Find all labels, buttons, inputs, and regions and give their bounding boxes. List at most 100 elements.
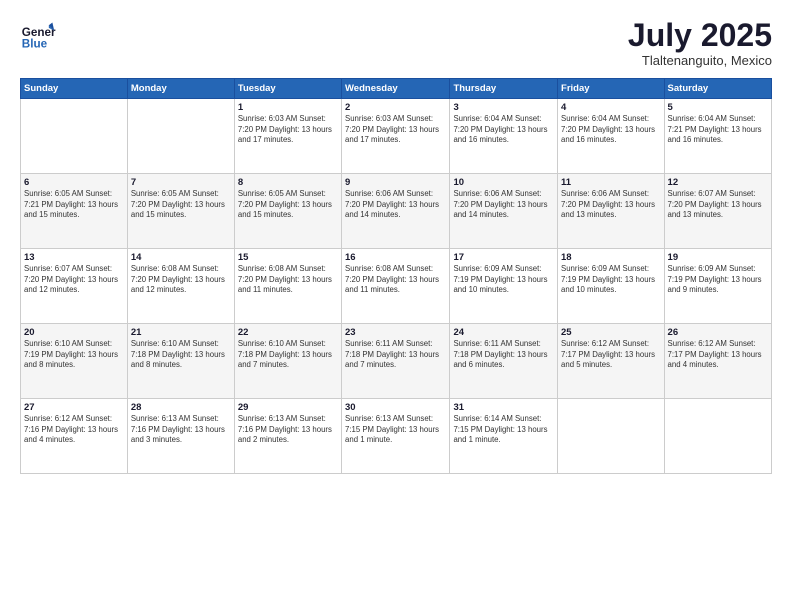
day-number: 21 bbox=[131, 327, 231, 338]
table-row: 25Sunrise: 6:12 AM Sunset: 7:17 PM Dayli… bbox=[558, 324, 665, 399]
day-info: Sunrise: 6:09 AM Sunset: 7:19 PM Dayligh… bbox=[453, 264, 554, 296]
day-info: Sunrise: 6:05 AM Sunset: 7:20 PM Dayligh… bbox=[238, 189, 338, 221]
table-row: 31Sunrise: 6:14 AM Sunset: 7:15 PM Dayli… bbox=[450, 399, 558, 474]
table-row bbox=[21, 99, 128, 174]
day-number: 27 bbox=[24, 402, 124, 413]
day-number: 9 bbox=[345, 177, 446, 188]
day-number: 18 bbox=[561, 252, 661, 263]
table-row: 24Sunrise: 6:11 AM Sunset: 7:18 PM Dayli… bbox=[450, 324, 558, 399]
svg-text:Blue: Blue bbox=[22, 38, 48, 51]
col-friday: Friday bbox=[558, 79, 665, 99]
day-number: 29 bbox=[238, 402, 338, 413]
table-row: 10Sunrise: 6:06 AM Sunset: 7:20 PM Dayli… bbox=[450, 174, 558, 249]
day-info: Sunrise: 6:06 AM Sunset: 7:20 PM Dayligh… bbox=[345, 189, 446, 221]
day-info: Sunrise: 6:07 AM Sunset: 7:20 PM Dayligh… bbox=[668, 189, 768, 221]
col-sunday: Sunday bbox=[21, 79, 128, 99]
table-row: 18Sunrise: 6:09 AM Sunset: 7:19 PM Dayli… bbox=[558, 249, 665, 324]
table-row: 20Sunrise: 6:10 AM Sunset: 7:19 PM Dayli… bbox=[21, 324, 128, 399]
table-row: 26Sunrise: 6:12 AM Sunset: 7:17 PM Dayli… bbox=[664, 324, 771, 399]
table-row: 16Sunrise: 6:08 AM Sunset: 7:20 PM Dayli… bbox=[342, 249, 450, 324]
calendar-week-row: 27Sunrise: 6:12 AM Sunset: 7:16 PM Dayli… bbox=[21, 399, 772, 474]
table-row: 11Sunrise: 6:06 AM Sunset: 7:20 PM Dayli… bbox=[558, 174, 665, 249]
day-number: 4 bbox=[561, 102, 661, 113]
table-row: 3Sunrise: 6:04 AM Sunset: 7:20 PM Daylig… bbox=[450, 99, 558, 174]
col-thursday: Thursday bbox=[450, 79, 558, 99]
day-number: 22 bbox=[238, 327, 338, 338]
col-tuesday: Tuesday bbox=[234, 79, 341, 99]
day-info: Sunrise: 6:08 AM Sunset: 7:20 PM Dayligh… bbox=[131, 264, 231, 296]
table-row: 12Sunrise: 6:07 AM Sunset: 7:20 PM Dayli… bbox=[664, 174, 771, 249]
day-number: 28 bbox=[131, 402, 231, 413]
logo-icon: General Blue bbox=[20, 18, 56, 54]
day-info: Sunrise: 6:11 AM Sunset: 7:18 PM Dayligh… bbox=[453, 339, 554, 371]
table-row: 21Sunrise: 6:10 AM Sunset: 7:18 PM Dayli… bbox=[127, 324, 234, 399]
table-row: 2Sunrise: 6:03 AM Sunset: 7:20 PM Daylig… bbox=[342, 99, 450, 174]
day-number: 8 bbox=[238, 177, 338, 188]
day-info: Sunrise: 6:10 AM Sunset: 7:18 PM Dayligh… bbox=[238, 339, 338, 371]
day-number: 25 bbox=[561, 327, 661, 338]
day-info: Sunrise: 6:04 AM Sunset: 7:21 PM Dayligh… bbox=[668, 114, 768, 146]
day-number: 15 bbox=[238, 252, 338, 263]
calendar-week-row: 13Sunrise: 6:07 AM Sunset: 7:20 PM Dayli… bbox=[21, 249, 772, 324]
day-info: Sunrise: 6:09 AM Sunset: 7:19 PM Dayligh… bbox=[668, 264, 768, 296]
day-info: Sunrise: 6:04 AM Sunset: 7:20 PM Dayligh… bbox=[561, 114, 661, 146]
table-row: 15Sunrise: 6:08 AM Sunset: 7:20 PM Dayli… bbox=[234, 249, 341, 324]
col-monday: Monday bbox=[127, 79, 234, 99]
table-row: 6Sunrise: 6:05 AM Sunset: 7:21 PM Daylig… bbox=[21, 174, 128, 249]
table-row: 5Sunrise: 6:04 AM Sunset: 7:21 PM Daylig… bbox=[664, 99, 771, 174]
day-info: Sunrise: 6:14 AM Sunset: 7:15 PM Dayligh… bbox=[453, 414, 554, 446]
table-row: 23Sunrise: 6:11 AM Sunset: 7:18 PM Dayli… bbox=[342, 324, 450, 399]
day-info: Sunrise: 6:10 AM Sunset: 7:19 PM Dayligh… bbox=[24, 339, 124, 371]
day-number: 20 bbox=[24, 327, 124, 338]
day-info: Sunrise: 6:12 AM Sunset: 7:17 PM Dayligh… bbox=[668, 339, 768, 371]
table-row bbox=[558, 399, 665, 474]
day-number: 5 bbox=[668, 102, 768, 113]
day-info: Sunrise: 6:07 AM Sunset: 7:20 PM Dayligh… bbox=[24, 264, 124, 296]
calendar-week-row: 6Sunrise: 6:05 AM Sunset: 7:21 PM Daylig… bbox=[21, 174, 772, 249]
day-number: 6 bbox=[24, 177, 124, 188]
day-number: 11 bbox=[561, 177, 661, 188]
table-row: 8Sunrise: 6:05 AM Sunset: 7:20 PM Daylig… bbox=[234, 174, 341, 249]
day-number: 1 bbox=[238, 102, 338, 113]
calendar-week-row: 20Sunrise: 6:10 AM Sunset: 7:19 PM Dayli… bbox=[21, 324, 772, 399]
day-info: Sunrise: 6:09 AM Sunset: 7:19 PM Dayligh… bbox=[561, 264, 661, 296]
table-row: 7Sunrise: 6:05 AM Sunset: 7:20 PM Daylig… bbox=[127, 174, 234, 249]
col-saturday: Saturday bbox=[664, 79, 771, 99]
table-row: 29Sunrise: 6:13 AM Sunset: 7:16 PM Dayli… bbox=[234, 399, 341, 474]
day-info: Sunrise: 6:11 AM Sunset: 7:18 PM Dayligh… bbox=[345, 339, 446, 371]
day-number: 30 bbox=[345, 402, 446, 413]
page-header: General Blue July 2025 Tlaltenanguito, M… bbox=[20, 18, 772, 68]
table-row: 27Sunrise: 6:12 AM Sunset: 7:16 PM Dayli… bbox=[21, 399, 128, 474]
title-block: July 2025 Tlaltenanguito, Mexico bbox=[628, 18, 772, 68]
day-number: 31 bbox=[453, 402, 554, 413]
day-info: Sunrise: 6:06 AM Sunset: 7:20 PM Dayligh… bbox=[453, 189, 554, 221]
day-number: 14 bbox=[131, 252, 231, 263]
location: Tlaltenanguito, Mexico bbox=[628, 53, 772, 68]
day-number: 17 bbox=[453, 252, 554, 263]
day-number: 10 bbox=[453, 177, 554, 188]
day-number: 2 bbox=[345, 102, 446, 113]
day-info: Sunrise: 6:06 AM Sunset: 7:20 PM Dayligh… bbox=[561, 189, 661, 221]
table-row: 22Sunrise: 6:10 AM Sunset: 7:18 PM Dayli… bbox=[234, 324, 341, 399]
logo: General Blue bbox=[20, 18, 58, 54]
col-wednesday: Wednesday bbox=[342, 79, 450, 99]
table-row: 14Sunrise: 6:08 AM Sunset: 7:20 PM Dayli… bbox=[127, 249, 234, 324]
day-info: Sunrise: 6:12 AM Sunset: 7:16 PM Dayligh… bbox=[24, 414, 124, 446]
day-info: Sunrise: 6:13 AM Sunset: 7:16 PM Dayligh… bbox=[238, 414, 338, 446]
day-info: Sunrise: 6:05 AM Sunset: 7:21 PM Dayligh… bbox=[24, 189, 124, 221]
table-row: 19Sunrise: 6:09 AM Sunset: 7:19 PM Dayli… bbox=[664, 249, 771, 324]
day-number: 24 bbox=[453, 327, 554, 338]
table-row: 30Sunrise: 6:13 AM Sunset: 7:15 PM Dayli… bbox=[342, 399, 450, 474]
day-number: 16 bbox=[345, 252, 446, 263]
calendar-table: Sunday Monday Tuesday Wednesday Thursday… bbox=[20, 78, 772, 474]
day-info: Sunrise: 6:08 AM Sunset: 7:20 PM Dayligh… bbox=[238, 264, 338, 296]
calendar-header-row: Sunday Monday Tuesday Wednesday Thursday… bbox=[21, 79, 772, 99]
table-row: 17Sunrise: 6:09 AM Sunset: 7:19 PM Dayli… bbox=[450, 249, 558, 324]
table-row: 13Sunrise: 6:07 AM Sunset: 7:20 PM Dayli… bbox=[21, 249, 128, 324]
calendar-week-row: 1Sunrise: 6:03 AM Sunset: 7:20 PM Daylig… bbox=[21, 99, 772, 174]
day-number: 13 bbox=[24, 252, 124, 263]
day-info: Sunrise: 6:05 AM Sunset: 7:20 PM Dayligh… bbox=[131, 189, 231, 221]
day-info: Sunrise: 6:04 AM Sunset: 7:20 PM Dayligh… bbox=[453, 114, 554, 146]
day-info: Sunrise: 6:12 AM Sunset: 7:17 PM Dayligh… bbox=[561, 339, 661, 371]
day-info: Sunrise: 6:10 AM Sunset: 7:18 PM Dayligh… bbox=[131, 339, 231, 371]
